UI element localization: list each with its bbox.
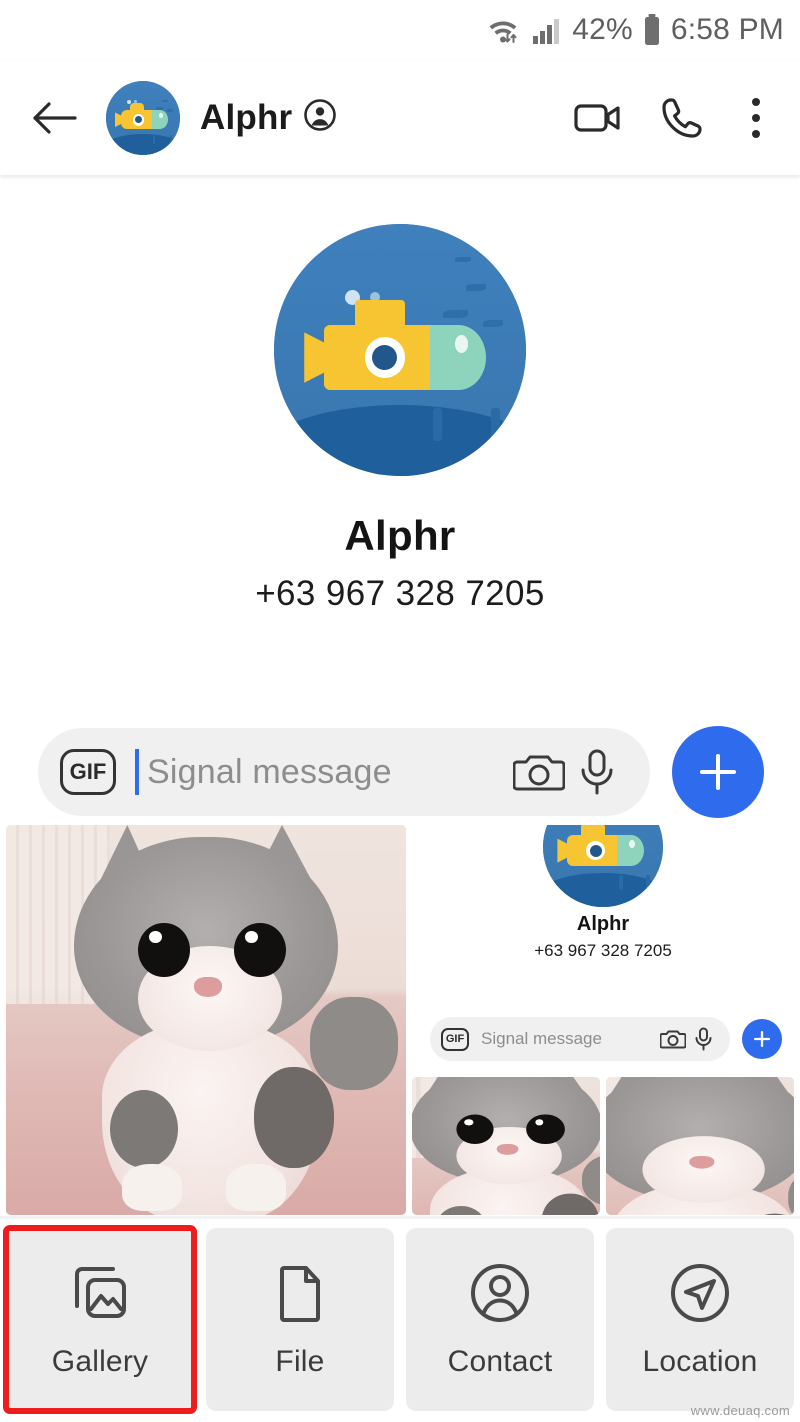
- nested-message-input: GIF Signal message: [430, 1017, 730, 1061]
- attachment-tile-gallery[interactable]: Gallery: [3, 1225, 197, 1414]
- profile-phone-number: +63 967 328 7205: [255, 574, 545, 613]
- camera-icon[interactable]: [510, 750, 568, 794]
- submarine-avatar-large: [274, 224, 526, 476]
- site-watermark: www.deuaq.com: [690, 1403, 790, 1418]
- conversation-profile-header: Alphr +63 967 328 7205: [0, 176, 800, 614]
- chat-toolbar: Alphr: [0, 60, 800, 175]
- contact-icon: [467, 1260, 533, 1331]
- file-icon: [267, 1260, 333, 1331]
- toolbar-actions: [556, 76, 800, 160]
- nested-profile-name: Alphr: [576, 913, 630, 935]
- message-placeholder: Signal message: [147, 752, 392, 791]
- nested-gif-icon: GIF: [441, 1027, 469, 1051]
- nested-profile-phone: +63 967 328 7205: [534, 941, 672, 960]
- nested-camera-icon: [658, 1028, 688, 1050]
- clock-label: 6:58 PM: [670, 13, 784, 46]
- signal-screenshot-thumbnail: Alphr +63 967 328 7205 GIF Signal messag…: [412, 825, 794, 1073]
- conversation-title: Alphr: [200, 97, 293, 137]
- contact-avatar[interactable]: [106, 80, 180, 155]
- nested-message-placeholder: Signal message: [481, 1029, 602, 1048]
- attachment-sheet: Gallery File Contact Location www.deuaq.…: [0, 1222, 800, 1422]
- gallery-preview-strip: Alphr +63 967 328 7205 GIF Signal messag…: [0, 825, 800, 1215]
- kitten-photo-small-2: [606, 1077, 794, 1215]
- gallery-thumbnail[interactable]: [6, 825, 406, 1215]
- back-arrow-icon[interactable]: [16, 98, 92, 138]
- location-arrow-icon: [667, 1260, 733, 1331]
- gallery-thumbnail[interactable]: Alphr +63 967 328 7205 GIF Signal messag…: [412, 825, 794, 1073]
- signal-chat-screen: 42% 6:58 PM Alphr Alphr +63 967 328 7205…: [0, 0, 800, 1422]
- phone-handset-icon[interactable]: [640, 76, 724, 160]
- kitten-photo-large: [6, 825, 406, 1215]
- text-cursor: [135, 749, 139, 795]
- wifi-with-transfer-arrows-icon: [486, 14, 522, 46]
- video-camera-icon[interactable]: [556, 76, 640, 160]
- profile-avatar[interactable]: [274, 224, 526, 476]
- nested-microphone-icon: [688, 1027, 718, 1051]
- gallery-icon: [67, 1260, 133, 1331]
- status-bar: 42% 6:58 PM: [0, 0, 800, 60]
- attachment-tile-contact[interactable]: Contact: [406, 1228, 594, 1411]
- gallery-thumbnail[interactable]: [412, 1077, 600, 1215]
- cellular-signal-icon: [531, 14, 563, 46]
- battery-percent-label: 42%: [572, 13, 633, 46]
- attachment-label: Contact: [447, 1345, 553, 1378]
- nested-add-attachment-button: [742, 1019, 782, 1059]
- contact-circle-icon: [303, 98, 337, 137]
- nested-plus-icon: [753, 1030, 771, 1048]
- submarine-avatar: [106, 80, 180, 155]
- battery-icon: [642, 13, 662, 47]
- message-input-field[interactable]: GIF Signal message: [38, 728, 650, 816]
- plus-icon: [700, 754, 736, 790]
- compose-bar: GIF Signal message: [0, 726, 800, 818]
- attachment-label: Gallery: [51, 1345, 149, 1378]
- microphone-icon[interactable]: [568, 748, 626, 796]
- nested-submarine-avatar: [543, 825, 663, 907]
- three-dot-menu-icon[interactable]: [724, 76, 788, 160]
- attachment-label: File: [275, 1345, 325, 1378]
- kitten-photo-small-1: [412, 1077, 600, 1215]
- gif-icon[interactable]: GIF: [60, 749, 116, 795]
- attachment-tile-row: Gallery File Contact Location: [0, 1222, 800, 1414]
- attachment-label: Location: [642, 1345, 758, 1378]
- conversation-title-group[interactable]: Alphr: [200, 98, 556, 138]
- add-attachment-button[interactable]: [672, 726, 764, 818]
- media-strip-divider: [0, 1216, 800, 1219]
- gallery-thumbnail[interactable]: [606, 1077, 794, 1215]
- attachment-tile-file[interactable]: File: [206, 1228, 394, 1411]
- attachment-tile-location[interactable]: Location: [606, 1228, 794, 1411]
- profile-name: Alphr: [344, 512, 456, 559]
